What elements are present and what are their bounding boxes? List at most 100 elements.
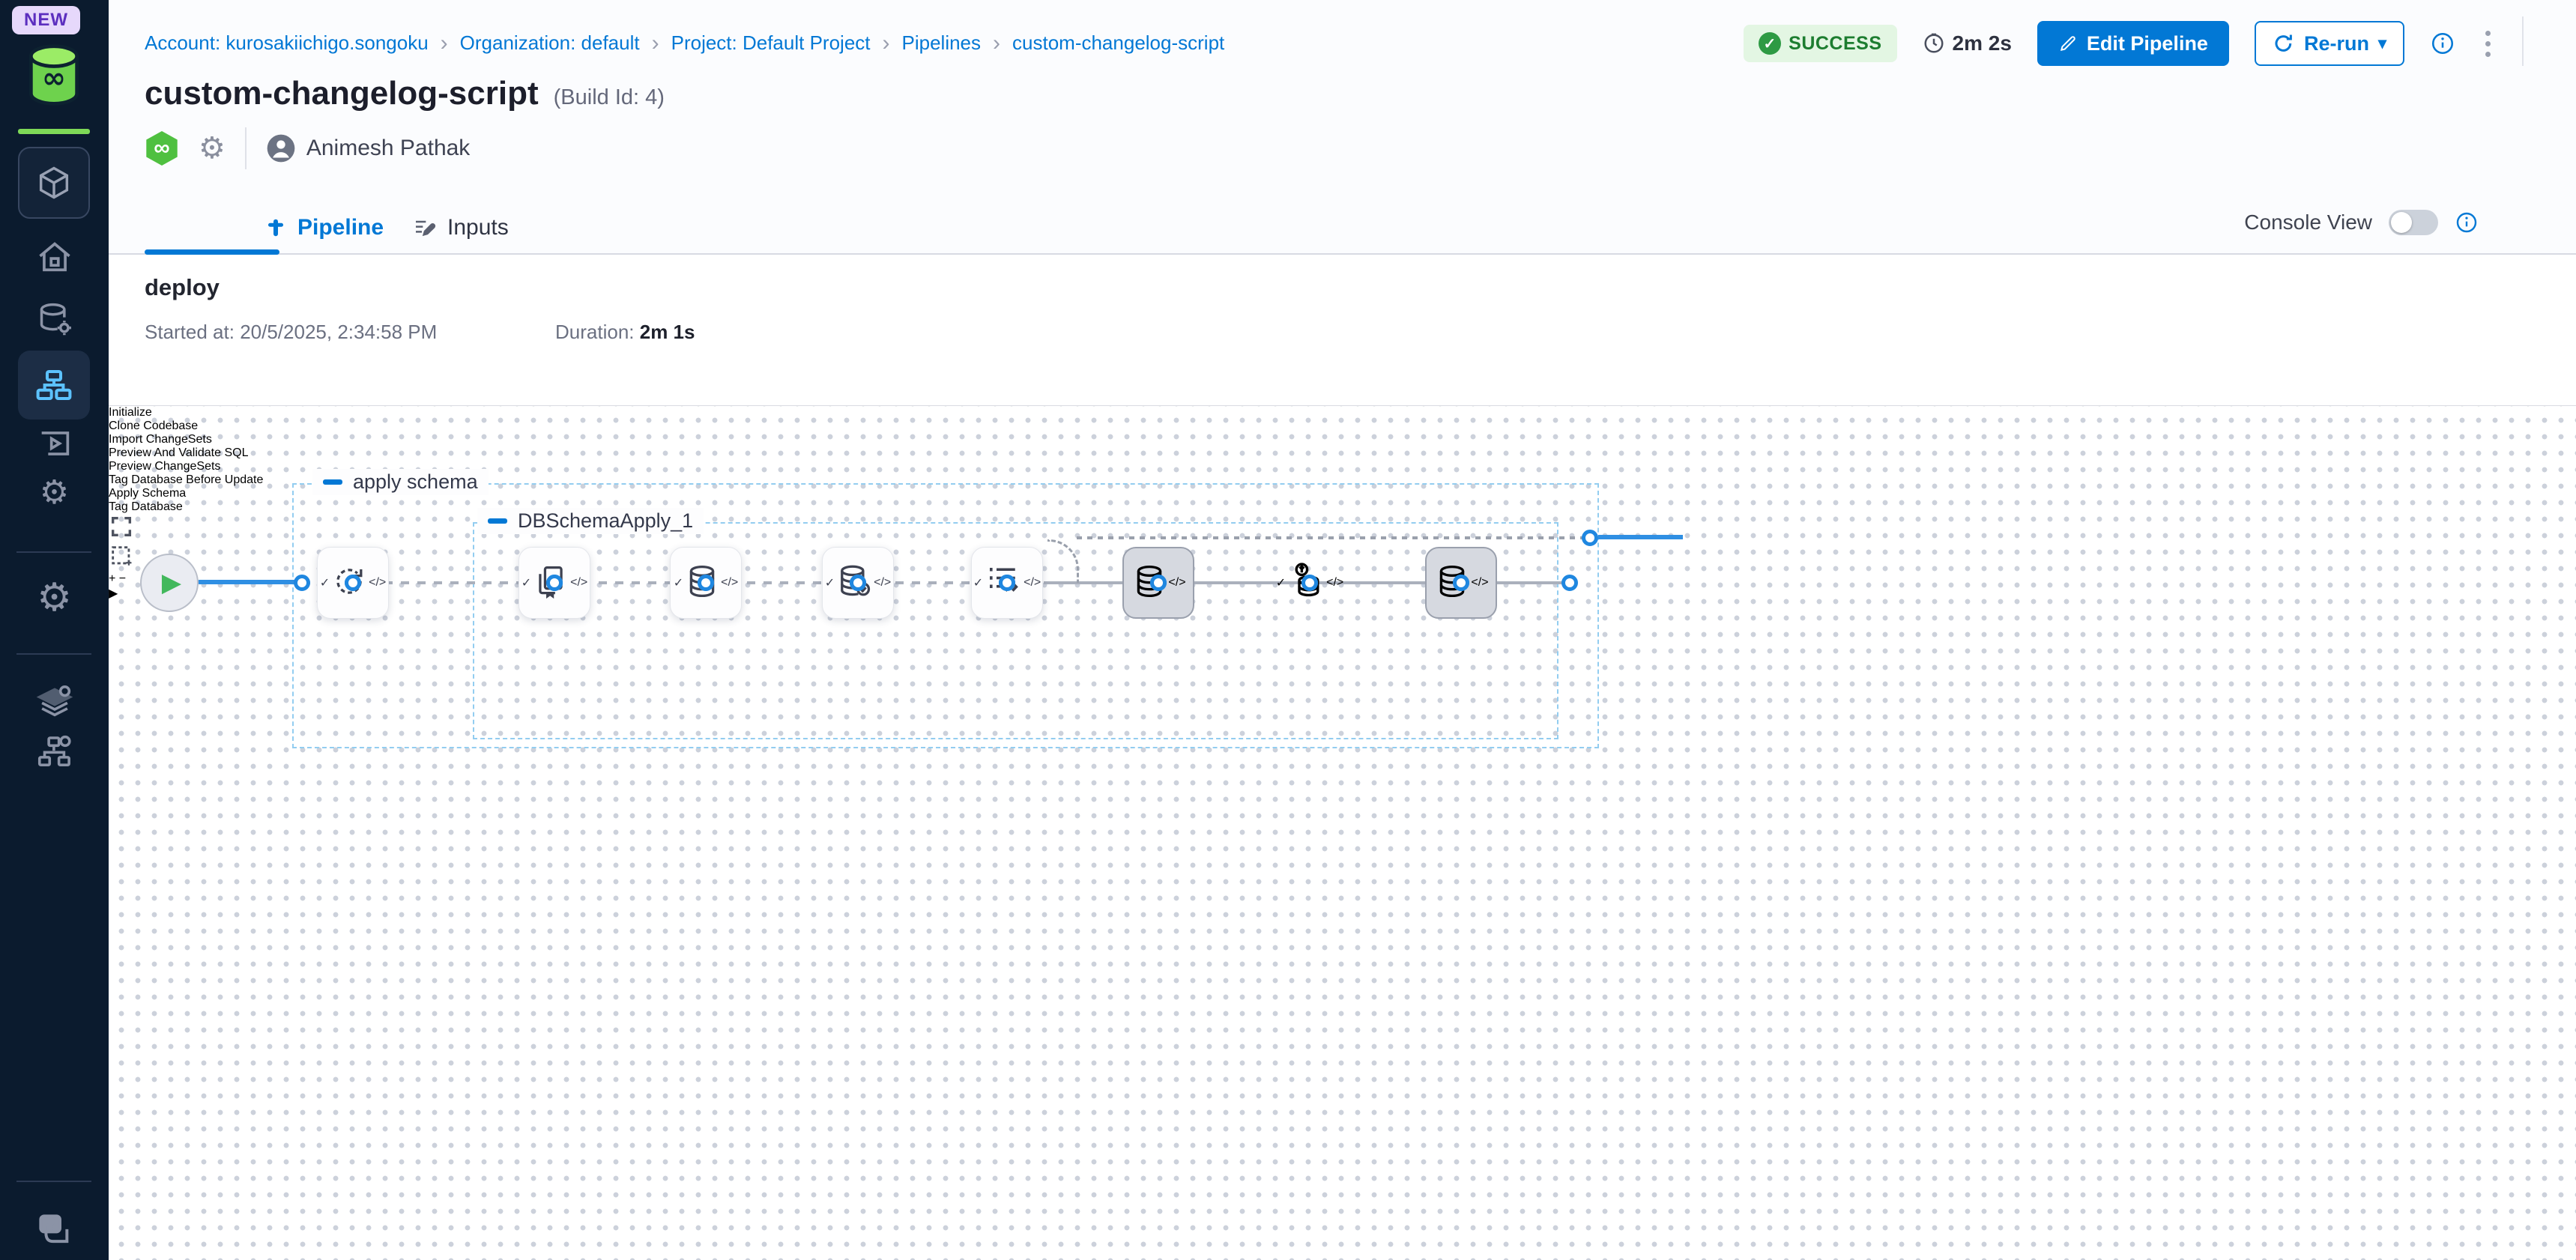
- status-text: SUCCESS: [1789, 33, 1881, 55]
- connector-dot[interactable]: [345, 575, 361, 591]
- rerun-button[interactable]: Re-run ▾: [2255, 21, 2404, 66]
- breadcrumb[interactable]: Account: kurosakiichigo.songoku › Organiza…: [145, 31, 1224, 55]
- clock-icon: [1923, 32, 1945, 55]
- rerun-icon: [2273, 32, 2295, 55]
- pipeline-step-import-changesets[interactable]: ✓ </>: [670, 547, 742, 619]
- connector-dot[interactable]: [1301, 575, 1318, 591]
- pipeline-start-node[interactable]: ▶: [140, 554, 199, 612]
- svg-text:?: ?: [46, 1217, 54, 1232]
- breadcrumb-item[interactable]: Pipelines: [902, 31, 982, 55]
- stage-duration: Duration: 2m 1s: [555, 321, 695, 344]
- tab-bar: Pipeline Inputs Console View: [109, 204, 2576, 253]
- connector-dot[interactable]: [1561, 575, 1578, 591]
- connector-line-dotted-bypass: [1077, 536, 1591, 539]
- meta-divider: [245, 127, 247, 169]
- step-label: Clone Codebase: [109, 420, 2576, 433]
- tab-pipeline[interactable]: Pipeline: [264, 204, 384, 252]
- connector-dot[interactable]: [546, 575, 563, 591]
- nav-settings-gear-icon[interactable]: ⚙: [0, 476, 109, 509]
- elapsed-text: 2m 2s: [1953, 31, 2012, 55]
- nav-orgchart-settings-icon[interactable]: [0, 731, 109, 772]
- step-code-glyph: </>: [1168, 576, 1185, 590]
- step-code-glyph: </>: [369, 576, 386, 590]
- sidebar-divider: [16, 551, 91, 553]
- breadcrumb-separator: ›: [883, 34, 890, 53]
- nav-executions-icon[interactable]: [0, 424, 109, 463]
- inputs-tab-icon: [413, 216, 437, 240]
- pipeline-tab-icon: [264, 216, 287, 239]
- more-options-kebab[interactable]: [2481, 26, 2495, 61]
- cd-module-icon: ∞: [145, 131, 179, 166]
- stage-group-label[interactable]: apply schema: [312, 469, 489, 495]
- nav-home-icon[interactable]: [0, 238, 109, 277]
- pipeline-settings-gear-icon[interactable]: ⚙: [199, 133, 226, 163]
- active-tab-underline: [145, 249, 279, 255]
- chevron-down-icon: ▾: [2378, 34, 2386, 53]
- step-label: Preview And Validate SQL: [109, 446, 2576, 460]
- pipeline-canvas[interactable]: apply schema DBSchemaApply_1 ▶ ✓ </> Initi…: [109, 406, 2576, 1260]
- collapse-icon[interactable]: [323, 479, 342, 485]
- help-chat-icon[interactable]: ?: [0, 1209, 109, 1251]
- console-view-info-icon[interactable]: [2455, 210, 2479, 234]
- breadcrumb-item[interactable]: custom-changelog-script: [1012, 31, 1224, 55]
- step-code-glyph: </>: [1471, 576, 1488, 590]
- execution-controls: ✓ SUCCESS 2m 2s Edit Pipeline Re-run: [1744, 21, 2495, 66]
- play-icon: ▶: [162, 568, 181, 598]
- connector-line-active-end: [1598, 535, 1683, 539]
- tab-inputs[interactable]: Inputs: [413, 204, 509, 252]
- sidebar-divider: [16, 653, 91, 655]
- stepgroup-label[interactable]: DBSchemaApply_1: [477, 508, 704, 534]
- trigger-author: Animesh Pathak: [266, 133, 470, 163]
- connector-dot[interactable]: [1453, 575, 1469, 591]
- pipeline-step-clone-codebase[interactable]: ✓</>: [518, 547, 590, 619]
- step-label: Initialize: [109, 406, 2576, 420]
- zoom-in-button[interactable]: +: [109, 572, 115, 585]
- success-check-icon: ✓: [1759, 32, 1781, 55]
- collapse-icon[interactable]: [488, 518, 507, 524]
- header-divider: [2522, 16, 2524, 66]
- step-label: Import ChangeSets: [109, 433, 2576, 446]
- stage-name: deploy: [145, 274, 220, 301]
- zoom-out-button[interactable]: −: [119, 572, 126, 585]
- step-code-glyph: </>: [721, 576, 738, 590]
- left-nav-sidebar: NEW ∞ ⚙ ⚙: [0, 0, 109, 1260]
- step-success-icon: ✓: [973, 575, 983, 590]
- page-header: Account: kurosakiichigo.songoku › Organiza…: [109, 0, 2576, 255]
- pipeline-step-preview-and-validate-sql[interactable]: ✓</>: [822, 547, 894, 619]
- pipeline-step-preview-changesets[interactable]: ✓ </>: [971, 547, 1043, 619]
- avatar-icon: [266, 133, 296, 163]
- step-success-icon: ✓: [674, 575, 683, 590]
- nav-layers-settings-icon[interactable]: [0, 680, 109, 721]
- connector-dot[interactable]: [999, 575, 1015, 591]
- step-code-glyph: </>: [1326, 576, 1343, 590]
- nav-pipelines-active[interactable]: [18, 351, 90, 420]
- breadcrumb-separator: ›: [652, 34, 659, 53]
- module-active-bar: [18, 129, 90, 134]
- connector-dot[interactable]: [294, 575, 310, 591]
- project-settings-gear-icon[interactable]: ⚙: [0, 578, 109, 617]
- pipeline-step-apply-schema[interactable]: ✓</>: [1274, 547, 1346, 619]
- info-icon[interactable]: [2430, 31, 2455, 56]
- connector-dot[interactable]: [1150, 575, 1167, 591]
- stage-started-at: Started at: 20/5/2025, 2:34:58 PM: [145, 321, 437, 344]
- connector-dot[interactable]: [698, 575, 714, 591]
- pipeline-step-tag-database-before-update[interactable]: </>: [1122, 547, 1194, 619]
- console-view-toggle[interactable]: [2389, 210, 2438, 235]
- pipeline-step-initialize[interactable]: ✓</>: [317, 547, 389, 619]
- breadcrumb-item[interactable]: Organization: default: [460, 31, 640, 55]
- step-code-glyph: </>: [1024, 576, 1041, 590]
- sidebar-divider: [16, 1181, 91, 1182]
- breadcrumb-item[interactable]: Project: Default Project: [671, 31, 871, 55]
- console-view-label: Console View: [2244, 210, 2372, 234]
- connector-line-active: [197, 580, 302, 584]
- edit-pipeline-button[interactable]: Edit Pipeline: [2037, 21, 2229, 66]
- nav-database-settings-icon[interactable]: [0, 298, 109, 340]
- main-area: Account: kurosakiichigo.songoku › Organiza…: [109, 0, 2576, 1260]
- breadcrumb-item[interactable]: Account: kurosakiichigo.songoku: [145, 31, 429, 55]
- module-switcher-cube[interactable]: [18, 147, 90, 219]
- harness-dbops-logo[interactable]: ∞: [19, 39, 88, 115]
- connector-dot[interactable]: [850, 575, 866, 591]
- pipeline-step-tag-database[interactable]: </>: [1425, 547, 1497, 619]
- status-badge: ✓ SUCCESS: [1744, 25, 1896, 62]
- connector-dot[interactable]: [1582, 530, 1598, 546]
